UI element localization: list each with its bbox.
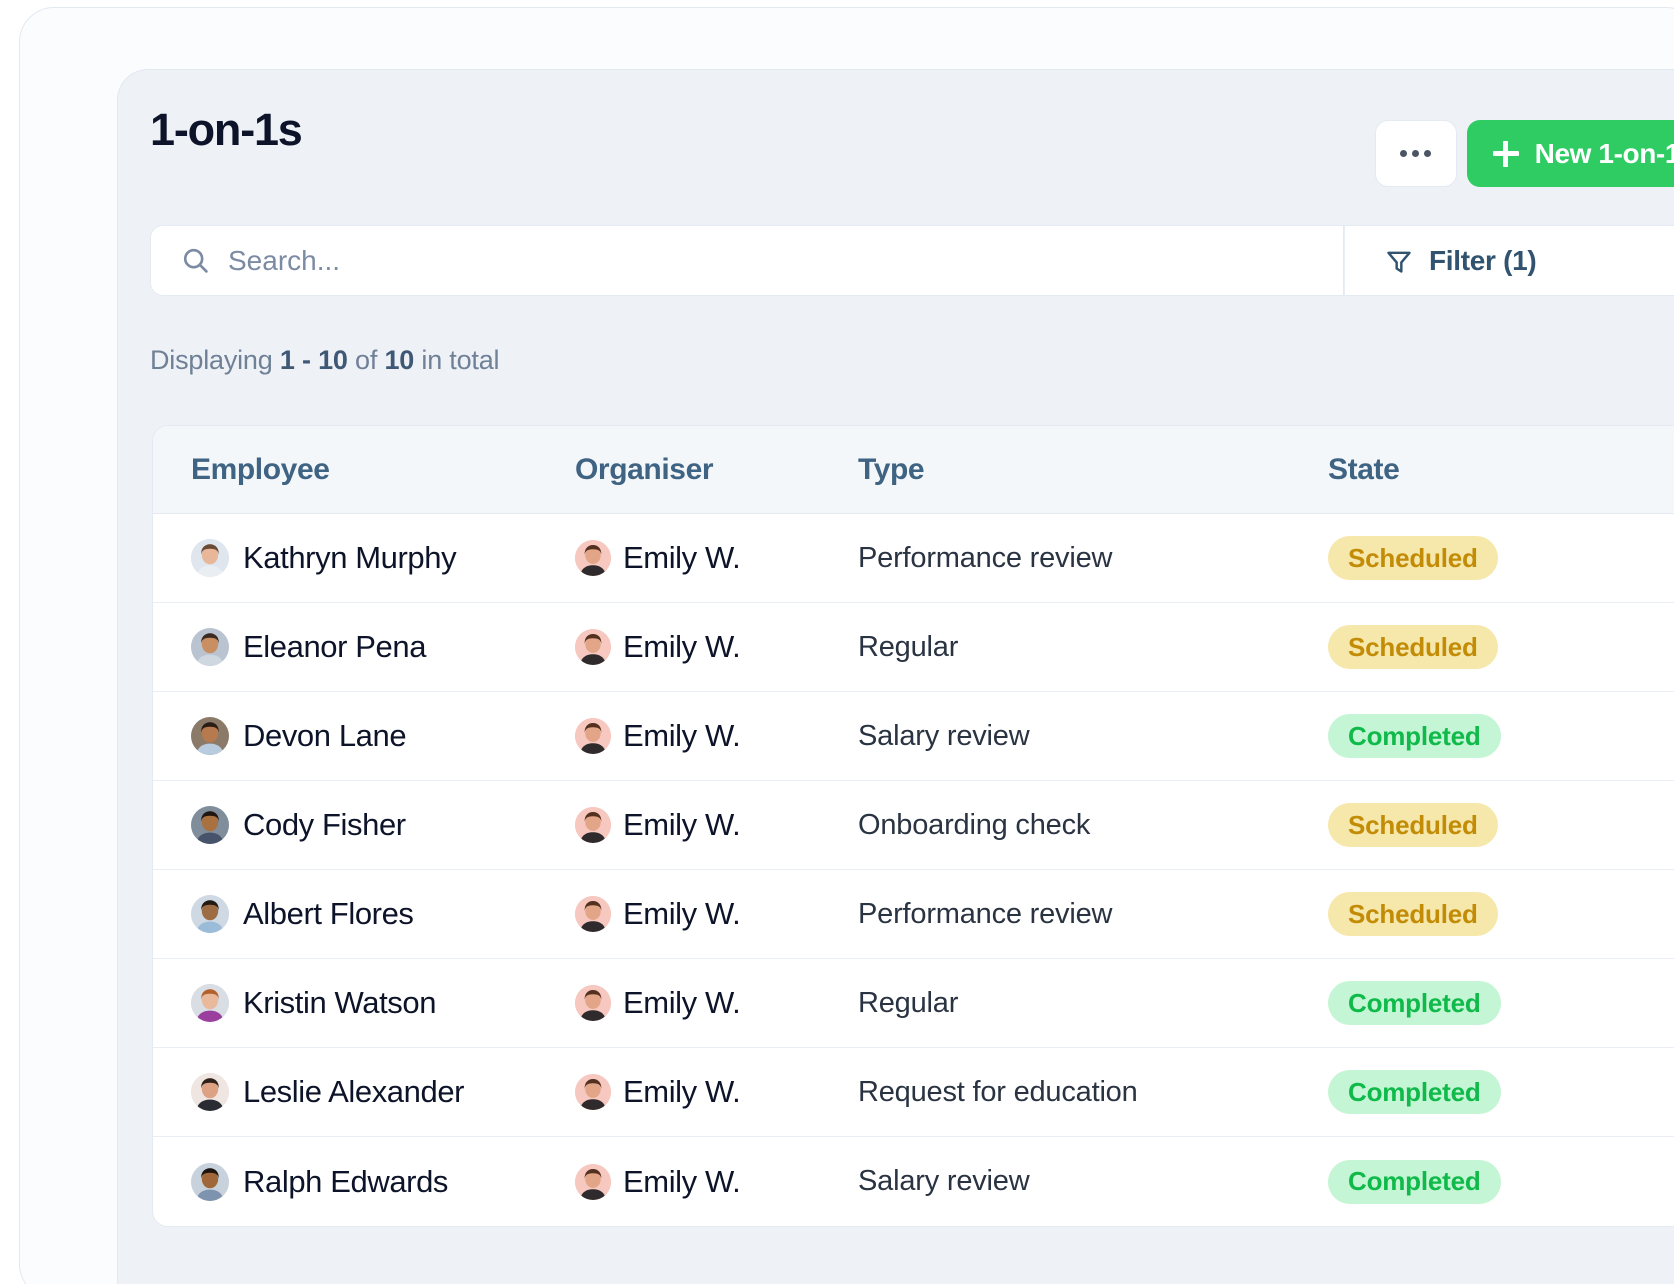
organiser-avatar — [575, 1074, 611, 1110]
ellipsis-icon — [1400, 150, 1432, 157]
search-input[interactable] — [228, 244, 1343, 277]
meeting-type: Performance review — [858, 541, 1113, 574]
meeting-type: Performance review — [858, 897, 1113, 930]
page-panel: 1-on-1s New 1-on-1 Search... Filter (1) … — [118, 70, 1674, 1284]
page-header: 1-on-1s New 1-on-1 — [150, 98, 1674, 190]
table-row[interactable]: Devon Lane Emily W. Salary review Completed — [153, 692, 1674, 781]
summary-middle: of — [347, 345, 385, 375]
employee-name: Cody Fisher — [243, 807, 406, 842]
funnel-icon — [1387, 251, 1411, 273]
new-one-on-one-button[interactable]: New 1-on-1 — [1466, 120, 1674, 187]
organiser-avatar — [575, 629, 611, 665]
organiser-name: Emily W. — [623, 896, 741, 931]
table-row[interactable]: Kathryn Murphy Emily W. Performance review… — [153, 514, 1674, 603]
filter-label: Filter (1) — [1429, 244, 1537, 276]
employee-avatar — [191, 806, 229, 844]
organiser-avatar — [575, 540, 611, 576]
new-one-on-one-label: New 1-on-1 — [1534, 137, 1674, 169]
table-row[interactable]: Leslie Alexander Emily W. Request for educ… — [153, 1048, 1674, 1137]
meeting-type: Regular — [858, 630, 959, 663]
column-header-state[interactable]: State — [1328, 453, 1400, 487]
search-icon — [183, 248, 208, 273]
results-summary: Displaying 1 - 10 of 10 in total — [150, 345, 500, 376]
status-badge: Completed — [1328, 1159, 1501, 1204]
one-on-ones-table: Employee Organiser Type State Kathryn Mu… — [152, 425, 1674, 1227]
plus-icon — [1492, 140, 1519, 167]
organiser-avatar — [575, 807, 611, 843]
meeting-type: Regular — [858, 986, 959, 1019]
organiser-name: Emily W. — [623, 985, 741, 1020]
organiser-name: Emily W. — [623, 1074, 741, 1109]
employee-name: Leslie Alexander — [243, 1074, 465, 1109]
summary-total: 10 — [384, 345, 415, 375]
employee-avatar — [191, 1073, 229, 1111]
employee-name: Devon Lane — [243, 718, 407, 753]
column-header-organiser[interactable]: Organiser — [575, 453, 714, 487]
status-badge: Completed — [1328, 1070, 1501, 1114]
employee-name: Albert Flores — [243, 896, 414, 931]
employee-name: Ralph Edwards — [243, 1163, 449, 1199]
summary-suffix: in total — [414, 345, 500, 375]
screenshot-root: 1-on-1s New 1-on-1 Search... Filter (1) … — [0, 0, 1674, 1284]
employee-name: Kristin Watson — [243, 985, 437, 1020]
column-header-type[interactable]: Type — [858, 453, 925, 486]
organiser-name: Emily W. — [623, 1163, 741, 1199]
employee-avatar — [191, 895, 229, 933]
search-box[interactable] — [150, 225, 1344, 296]
more-options-button[interactable] — [1374, 120, 1457, 187]
table-row[interactable]: Cody Fisher Emily W. Onboarding check Sched… — [153, 781, 1674, 870]
header-actions: New 1-on-1 — [1374, 120, 1674, 187]
status-badge: Scheduled — [1328, 625, 1498, 669]
status-badge: Scheduled — [1328, 536, 1498, 580]
organiser-avatar — [575, 985, 611, 1021]
organiser-name: Emily W. — [623, 629, 741, 664]
summary-prefix: Displaying — [150, 345, 280, 375]
table-body: Kathryn Murphy Emily W. Performance review… — [153, 514, 1674, 1226]
search-filter-bar: Filter (1) — [150, 225, 1674, 296]
employee-avatar — [191, 717, 229, 755]
employee-avatar — [191, 1162, 229, 1201]
table-row[interactable]: Ralph Edwards Emily W. Salary review Comple… — [153, 1137, 1674, 1226]
table-row[interactable]: Kristin Watson Emily W. Regular Completed — [153, 959, 1674, 1048]
column-header-employee[interactable]: Employee — [191, 453, 330, 487]
organiser-avatar — [575, 896, 611, 932]
employee-avatar — [191, 539, 229, 577]
organiser-name: Emily W. — [623, 807, 741, 842]
organiser-avatar — [575, 718, 611, 754]
filter-button[interactable]: Filter (1) — [1344, 225, 1674, 296]
organiser-name: Emily W. — [623, 540, 741, 575]
page-title: 1-on-1s — [150, 104, 303, 155]
meeting-type: Salary review — [858, 1165, 1030, 1197]
meeting-type: Onboarding check — [858, 808, 1091, 841]
organiser-avatar — [575, 1163, 611, 1200]
status-badge: Scheduled — [1328, 892, 1498, 936]
employee-avatar — [191, 628, 229, 666]
status-badge: Completed — [1328, 981, 1501, 1025]
organiser-name: Emily W. — [623, 718, 741, 753]
status-badge: Completed — [1328, 714, 1501, 758]
meeting-type: Salary review — [858, 719, 1030, 752]
table-row[interactable]: Eleanor Pena Emily W. Regular Scheduled — [153, 603, 1674, 692]
table-header-row: Employee Organiser Type State — [153, 426, 1674, 514]
summary-range: 1 - 10 — [279, 345, 348, 375]
employee-name: Eleanor Pena — [243, 629, 427, 664]
employee-avatar — [191, 984, 229, 1022]
employee-name: Kathryn Murphy — [243, 540, 457, 575]
meeting-type: Request for education — [858, 1075, 1138, 1108]
status-badge: Scheduled — [1328, 803, 1498, 847]
table-row[interactable]: Albert Flores Emily W. Performance review S… — [153, 870, 1674, 959]
